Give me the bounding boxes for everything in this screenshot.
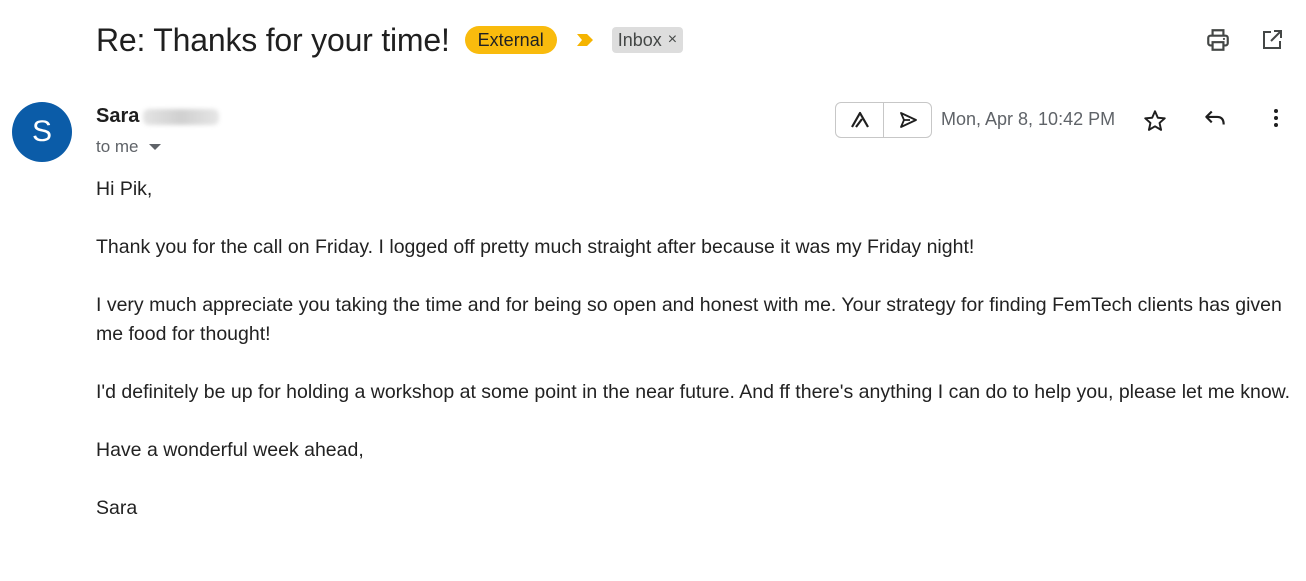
more-vertical-icon xyxy=(1274,109,1278,127)
body-paragraph: I'd definitely be up for holding a works… xyxy=(96,381,1291,403)
remove-label-icon[interactable]: × xyxy=(668,27,677,53)
redacted-surname xyxy=(143,108,220,125)
email-subject: Re: Thanks for your time! xyxy=(96,21,450,58)
subject-header: Re: Thanks for your time! External Inbox… xyxy=(96,18,684,62)
more-options-button[interactable] xyxy=(1262,104,1290,132)
print-button[interactable] xyxy=(1204,26,1232,54)
message-body: Hi Pik, Thank you for the call on Friday… xyxy=(96,175,1292,523)
open-in-new-window-button[interactable] xyxy=(1258,26,1286,54)
inbox-label-text: Inbox xyxy=(617,30,662,50)
sender[interactable]: Sara xyxy=(96,105,220,128)
extension-logo-icon xyxy=(850,111,869,128)
thread-actions xyxy=(1204,26,1286,54)
send-icon xyxy=(899,112,917,128)
extension-button-group xyxy=(835,102,932,138)
sender-name: Sara xyxy=(96,105,140,127)
star-icon xyxy=(1144,110,1166,131)
print-icon xyxy=(1207,29,1229,51)
sender-avatar[interactable]: S xyxy=(12,102,72,162)
importance-marker-icon[interactable] xyxy=(575,32,595,48)
recipient-details-toggle[interactable]: to me xyxy=(96,137,161,157)
star-button[interactable] xyxy=(1141,107,1169,135)
send-button[interactable] xyxy=(883,103,931,137)
open-in-new-window-icon xyxy=(1263,30,1282,49)
greeting: Hi Pik, xyxy=(96,178,153,200)
reply-icon xyxy=(1205,110,1225,125)
reply-button[interactable] xyxy=(1201,104,1229,132)
body-paragraph: I very much appreciate you taking the ti… xyxy=(96,294,1282,345)
recipient-text: to me xyxy=(96,137,139,156)
extension-logo-button[interactable] xyxy=(836,103,883,137)
message-date: Mon, Apr 8, 10:42 PM xyxy=(941,109,1116,129)
chevron-down-icon xyxy=(148,144,161,150)
signature: Sara xyxy=(96,497,138,519)
closing: Have a wonderful week ahead, xyxy=(96,439,364,461)
body-paragraph: Thank you for the call on Friday. I logg… xyxy=(96,236,975,258)
external-badge: External xyxy=(464,26,557,54)
inbox-label-chip[interactable]: Inbox × xyxy=(611,27,684,53)
